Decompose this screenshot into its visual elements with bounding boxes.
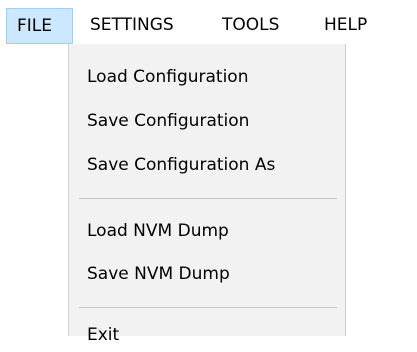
- file-dropdown-menu: Load Configuration Save Configuration Sa…: [68, 44, 346, 345]
- menu-file[interactable]: FILE: [6, 8, 73, 44]
- menu-tools[interactable]: TOOLS: [222, 8, 279, 44]
- menu-item-load-nvm-dump[interactable]: Load NVM Dump: [69, 214, 345, 248]
- menu-item-load-configuration[interactable]: Load Configuration: [69, 60, 345, 94]
- menu-bar: FILE SETTINGS TOOLS HELP: [0, 0, 417, 44]
- menu-item-save-nvm-dump[interactable]: Save NVM Dump: [69, 257, 345, 291]
- menu-item-exit[interactable]: Exit: [69, 318, 345, 352]
- menu-separator: [79, 198, 337, 199]
- menu-help[interactable]: HELP: [324, 8, 367, 44]
- menu-separator: [79, 307, 337, 308]
- menu-settings[interactable]: SETTINGS: [90, 8, 174, 44]
- menu-item-save-configuration[interactable]: Save Configuration: [69, 104, 345, 138]
- menu-item-save-configuration-as[interactable]: Save Configuration As: [69, 148, 345, 182]
